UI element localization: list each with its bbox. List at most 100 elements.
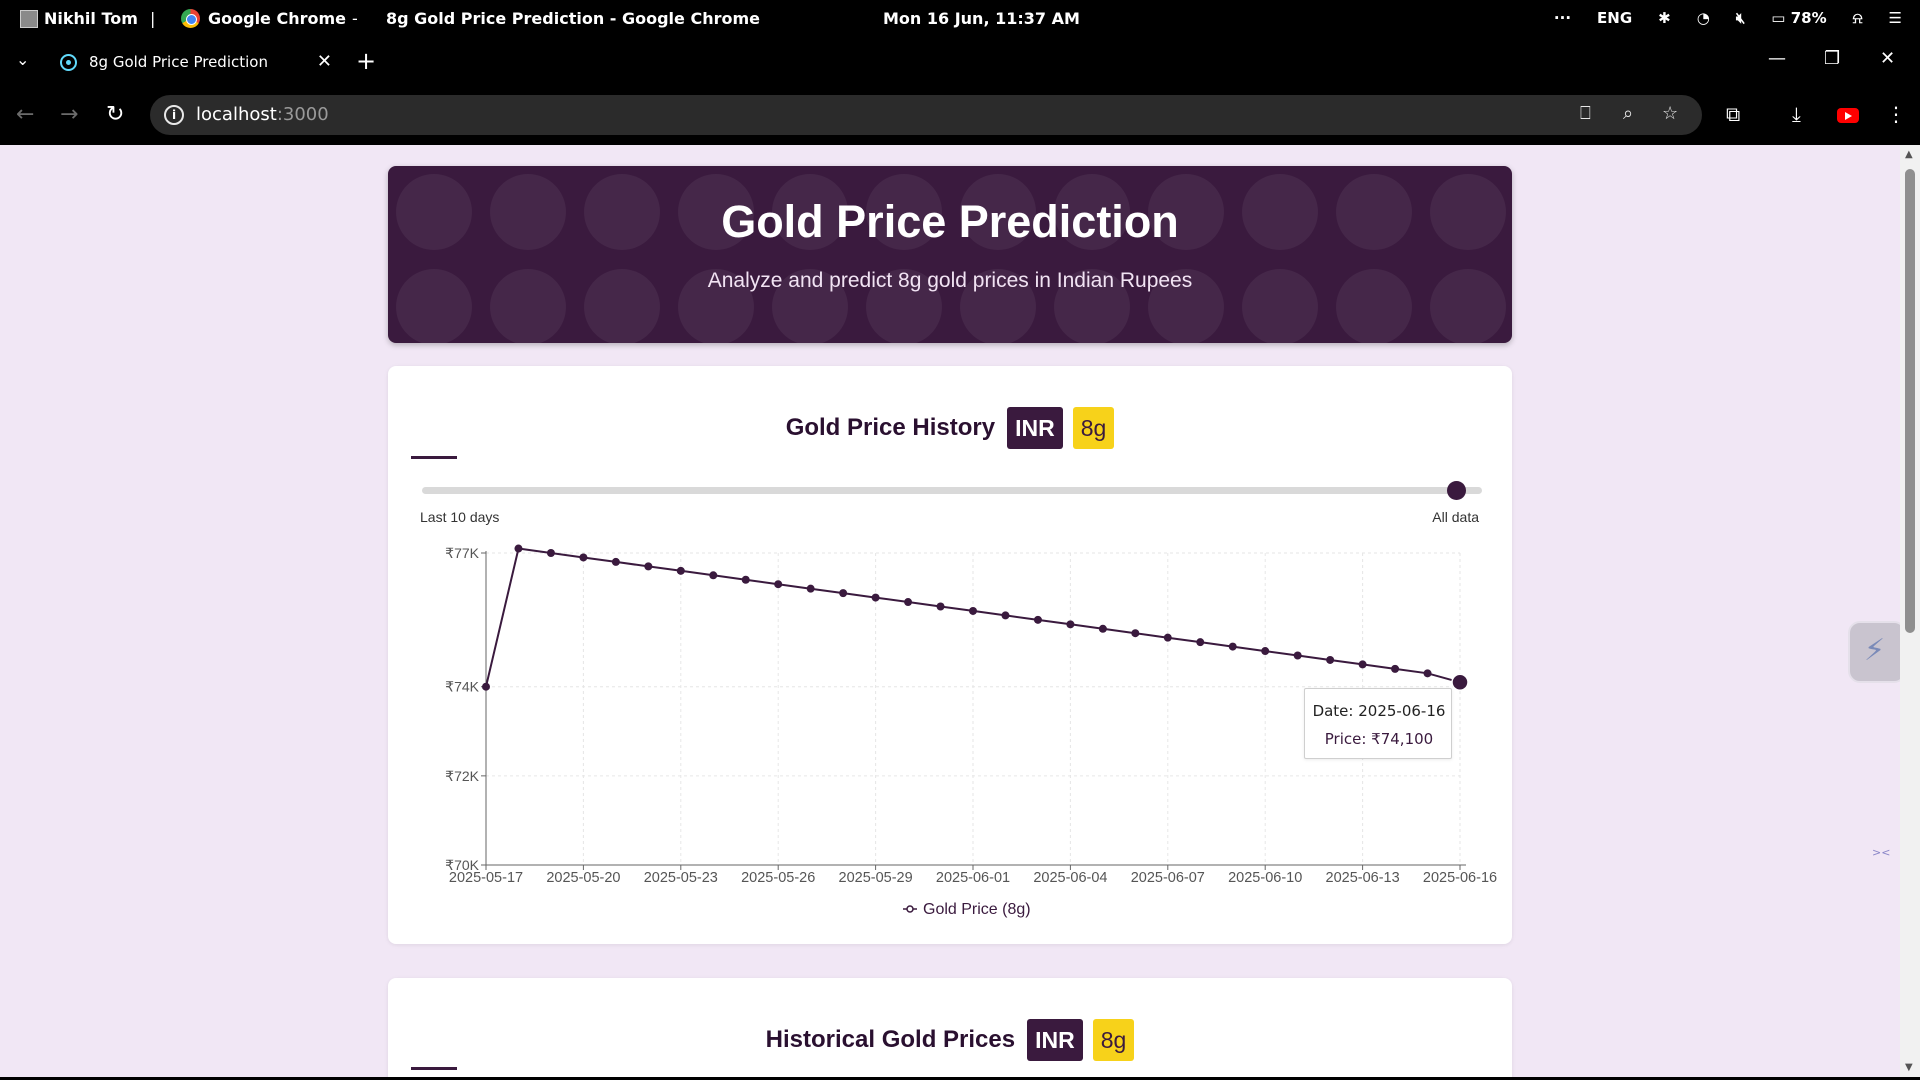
- os-system-tray: ··· ENG ✱ ◔ 🔇︎ ▭ 78% ⍾ ☰: [1554, 9, 1902, 27]
- bookmark-star-icon[interactable]: ☆: [1662, 103, 1678, 124]
- bluetooth-icon[interactable]: ✱: [1658, 9, 1671, 27]
- battery-percent: 78%: [1790, 9, 1827, 27]
- floating-extension-widget[interactable]: ⚡︎: [1848, 621, 1906, 683]
- site-info-icon[interactable]: i: [164, 105, 184, 125]
- data-point: [1228, 642, 1237, 651]
- data-point: [1163, 633, 1172, 642]
- back-arrow-icon[interactable]: ←: [16, 102, 34, 127]
- wifi-icon[interactable]: ◔: [1697, 9, 1710, 27]
- x-tick-label: 2025-06-07: [1131, 870, 1205, 886]
- currency-badge: INR: [1007, 407, 1063, 449]
- battery-icon: ▭: [1771, 9, 1786, 27]
- react-favicon-icon: [60, 53, 77, 71]
- address-bar[interactable]: i localhost:3000 ⎕ ⌕ ☆: [150, 95, 1702, 135]
- price-history-header: Gold Price History INR 8g: [388, 407, 1512, 449]
- os-title-dash: -: [352, 9, 358, 28]
- language-indicator[interactable]: ENG: [1597, 9, 1632, 27]
- page-title: Gold Price Prediction: [721, 196, 1179, 247]
- download-icon[interactable]: ⤓: [1792, 102, 1801, 126]
- date-range-slider-track[interactable]: [422, 487, 1482, 494]
- tooltip-date: Date: 2025-06-16: [1312, 702, 1446, 720]
- x-tick-label: 2025-06-13: [1326, 870, 1400, 886]
- os-separator: |: [150, 9, 156, 28]
- settings-toggle-icon[interactable]: ☰: [1889, 9, 1902, 27]
- volume-muted-icon[interactable]: 🔇︎: [1736, 9, 1745, 27]
- restore-window-icon[interactable]: ❐: [1824, 48, 1840, 69]
- data-point: [611, 557, 620, 566]
- data-point: [644, 562, 653, 571]
- tab-search-chevron-down-icon[interactable]: ⌄: [16, 50, 29, 69]
- forward-arrow-icon[interactable]: →: [60, 102, 78, 127]
- os-user[interactable]: Nikhil Tom: [20, 9, 138, 28]
- historical-prices-header: Historical Gold Prices INR 8g: [388, 1019, 1512, 1061]
- data-point: [1196, 638, 1205, 647]
- data-point: [1033, 615, 1042, 624]
- data-point: [741, 575, 750, 584]
- data-point: [1131, 629, 1140, 638]
- y-tick-label: ₹74K: [445, 679, 479, 695]
- os-app-name: Google Chrome: [208, 9, 347, 28]
- tab-gold-price-prediction[interactable]: 8g Gold Price Prediction ✕: [52, 44, 332, 80]
- minimize-window-icon[interactable]: —: [1768, 48, 1786, 69]
- scroll-down-arrow-icon[interactable]: ▼: [1905, 1062, 1913, 1073]
- historical-prices-card: Historical Gold Prices INR 8g: [388, 978, 1512, 1077]
- data-point: [579, 553, 588, 562]
- x-tick-label: 2025-05-17: [449, 870, 523, 886]
- data-point: [1098, 624, 1107, 633]
- reload-icon[interactable]: ↻: [106, 102, 124, 127]
- notification-bell-icon[interactable]: ⍾: [1853, 9, 1863, 27]
- chart-tooltip: Date: 2025-06-16 Price: ₹74,100: [1304, 688, 1452, 759]
- tooltip-price: Price: ₹74,100: [1324, 730, 1434, 748]
- weight-badge: 8g: [1092, 1019, 1135, 1061]
- os-clock[interactable]: Mon 16 Jun, 11:37 AM: [883, 9, 1080, 28]
- data-point: [936, 602, 945, 611]
- data-point: [482, 682, 490, 691]
- tab-strip: ⌄ 8g Gold Price Prediction ✕ + — ❐ ✕: [0, 38, 1920, 86]
- collapsed-panel-icon[interactable]: ><: [1872, 846, 1896, 868]
- x-tick-label: 2025-06-04: [1033, 870, 1107, 886]
- page-scrollbar[interactable]: ▲ ▼: [1900, 145, 1920, 1077]
- weight-badge: 8g: [1072, 407, 1115, 449]
- browser-menu-icon[interactable]: ⋮: [1886, 102, 1906, 126]
- url-text[interactable]: localhost:3000: [196, 104, 329, 125]
- date-range-slider-thumb[interactable]: [1447, 481, 1466, 500]
- zoom-icon[interactable]: ⌕: [1623, 103, 1633, 124]
- historical-prices-title: Historical Gold Prices: [765, 1026, 1016, 1053]
- price-history-title: Gold Price History: [785, 414, 996, 441]
- data-point: [839, 589, 848, 598]
- os-user-name: Nikhil Tom: [44, 9, 138, 28]
- url-port: :3000: [276, 104, 329, 125]
- youtube-extension-icon[interactable]: [1837, 108, 1859, 123]
- data-point: [969, 606, 977, 615]
- data-point: [806, 584, 815, 593]
- data-point: [546, 549, 555, 557]
- series-line-gold-price: [485, 547, 1461, 687]
- scrollbar-thumb[interactable]: [1905, 169, 1915, 633]
- os-taskbar: Nikhil Tom | Google Chrome - 8g Gold Pri…: [0, 0, 1920, 38]
- data-point: [1358, 660, 1367, 669]
- os-active-app: Google Chrome: [181, 9, 346, 28]
- x-tick-label: 2025-06-10: [1228, 870, 1302, 886]
- close-window-icon[interactable]: ✕: [1880, 48, 1895, 69]
- y-tick-label: ₹77K: [445, 545, 479, 561]
- page-subtitle: Analyze and predict 8g gold prices in In…: [707, 269, 1193, 292]
- active-data-point: [1451, 673, 1469, 692]
- data-point: [676, 566, 685, 575]
- tab-close-icon[interactable]: ✕: [317, 51, 332, 72]
- battery-indicator[interactable]: ▭ 78%: [1771, 9, 1826, 27]
- install-app-icon[interactable]: ⎕: [1580, 103, 1591, 124]
- new-tab-plus-icon[interactable]: +: [356, 47, 376, 75]
- x-tick-label: 2025-05-26: [741, 870, 815, 886]
- data-point: [1293, 651, 1302, 660]
- more-icon[interactable]: ···: [1554, 9, 1571, 27]
- url-host: localhost: [196, 104, 277, 125]
- tab-title: 8g Gold Price Prediction: [89, 53, 268, 71]
- data-point: [1391, 664, 1400, 673]
- currency-badge: INR: [1027, 1019, 1083, 1061]
- legend-label: Gold Price (8g): [923, 901, 1031, 918]
- lightning-icon: ⚡︎: [1864, 633, 1886, 668]
- data-point: [871, 593, 880, 602]
- extensions-puzzle-icon[interactable]: ⧉: [1726, 102, 1740, 126]
- hero-banner: Gold Price Prediction Analyze and predic…: [388, 166, 1512, 343]
- scroll-up-arrow-icon[interactable]: ▲: [1905, 149, 1913, 160]
